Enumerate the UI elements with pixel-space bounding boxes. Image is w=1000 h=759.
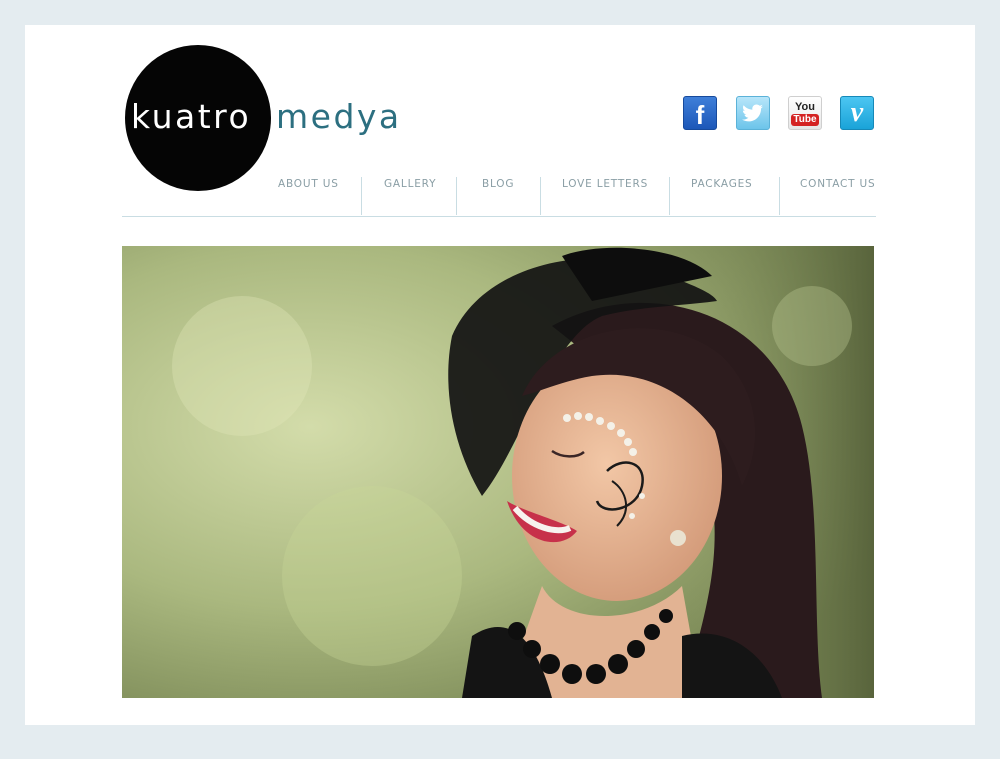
nav-about-us[interactable]: ABOUT US	[278, 177, 339, 215]
vimeo-icon[interactable]: v	[840, 96, 874, 130]
nav-love-letters[interactable]: LOVE LETTERS	[562, 177, 648, 215]
facebook-glyph: f	[695, 100, 705, 130]
main-nav: ABOUT US GALLERY BLOG LOVE LETTERS PACKA…	[122, 177, 876, 217]
vimeo-glyph: v	[850, 97, 864, 128]
nav-divider	[669, 177, 670, 215]
nav-divider	[540, 177, 541, 215]
nav-blog[interactable]: BLOG	[482, 177, 514, 215]
twitter-bird-icon	[742, 104, 764, 122]
twitter-icon[interactable]	[736, 96, 770, 130]
nav-divider	[779, 177, 780, 215]
portrait-illustration	[122, 246, 874, 698]
youtube-you-label: You	[795, 100, 815, 113]
nav-gallery[interactable]: GALLERY	[384, 177, 436, 215]
nav-packages[interactable]: PACKAGES	[691, 177, 753, 215]
nav-contact-us[interactable]: CONTACT US	[800, 177, 875, 215]
youtube-tube-label: Tube	[791, 113, 819, 126]
nav-divider	[456, 177, 457, 215]
logo-text-kuatro[interactable]: kuatro	[131, 97, 251, 137]
facebook-icon[interactable]: f	[683, 96, 717, 130]
nav-divider	[361, 177, 362, 215]
youtube-icon[interactable]: You Tube	[788, 96, 822, 130]
hero-photo	[122, 246, 874, 698]
logo-text-medya[interactable]: medya	[276, 97, 402, 137]
